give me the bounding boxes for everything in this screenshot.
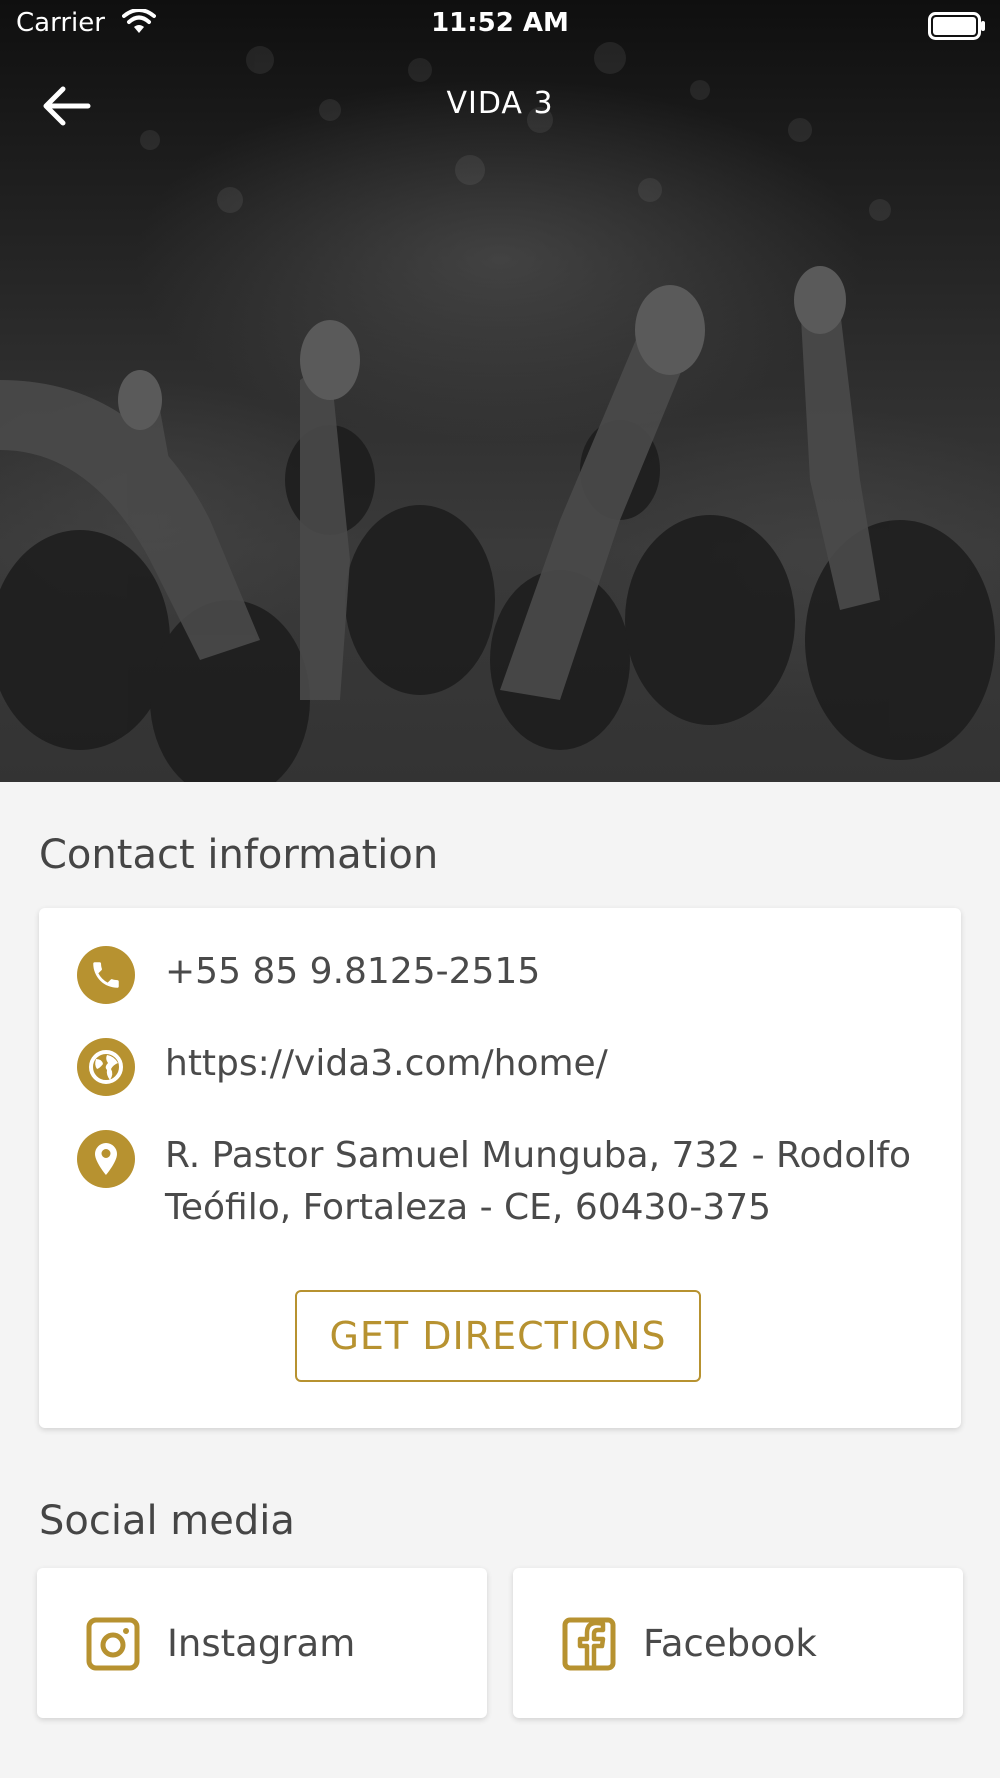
clock: 11:52 AM bbox=[431, 8, 569, 38]
location-pin-icon bbox=[77, 1130, 135, 1188]
instagram-icon bbox=[86, 1617, 140, 1671]
address-line-1: R. Pastor Samuel Munguba, 732 - Rodolfo bbox=[165, 1135, 912, 1176]
contact-card: +55 85 9.8125-2515 https://vida3.com/hom… bbox=[39, 908, 961, 1428]
address-row[interactable]: R. Pastor Samuel Munguba, 732 - Rodolfo … bbox=[77, 1130, 923, 1234]
instagram-card[interactable]: Instagram bbox=[37, 1568, 487, 1718]
social-heading: Social media bbox=[39, 1498, 295, 1544]
status-bar: Carrier 11:52 AM bbox=[0, 0, 1000, 50]
contact-heading: Contact information bbox=[39, 832, 439, 878]
phone-row[interactable]: +55 85 9.8125-2515 bbox=[77, 946, 923, 1004]
get-directions-button[interactable]: GET DIRECTIONS bbox=[295, 1290, 701, 1382]
website-link[interactable]: https://vida3.com/home/ bbox=[165, 1038, 608, 1090]
facebook-label: Facebook bbox=[643, 1622, 817, 1665]
globe-icon bbox=[77, 1038, 135, 1096]
page-title: VIDA 3 bbox=[446, 86, 554, 121]
facebook-card[interactable]: Facebook bbox=[513, 1568, 963, 1718]
battery-icon bbox=[928, 12, 985, 40]
address-text[interactable]: R. Pastor Samuel Munguba, 732 - Rodolfo … bbox=[165, 1130, 911, 1234]
instagram-label: Instagram bbox=[167, 1622, 356, 1665]
phone-icon bbox=[77, 946, 135, 1004]
address-line-2: Teófilo, Fortaleza - CE, 60430-375 bbox=[165, 1187, 772, 1228]
navigation-bar: VIDA 3 bbox=[0, 60, 1000, 150]
facebook-icon bbox=[562, 1617, 616, 1671]
website-row[interactable]: https://vida3.com/home/ bbox=[77, 1038, 923, 1096]
hero-image: Carrier 11:52 AM VIDA 3 bbox=[0, 0, 1000, 782]
phone-number[interactable]: +55 85 9.8125-2515 bbox=[165, 946, 540, 998]
